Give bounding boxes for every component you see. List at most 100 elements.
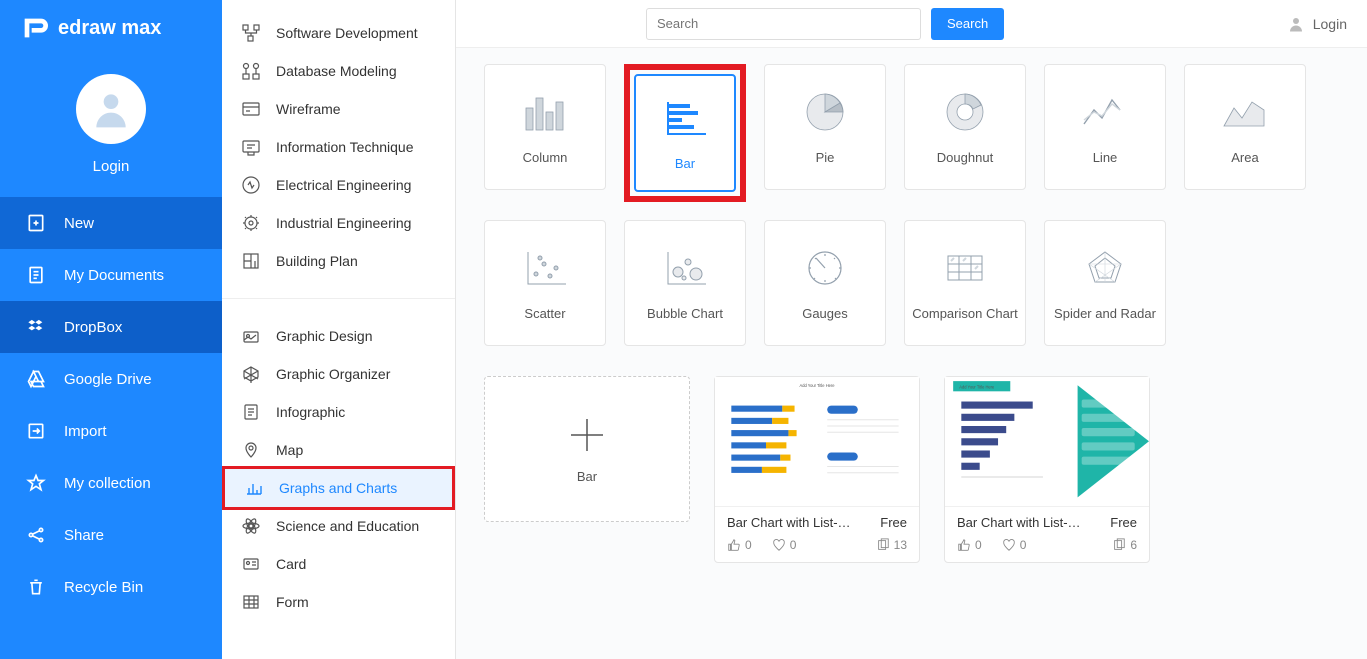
template-name: Bar Chart with List-Pa... bbox=[727, 515, 857, 530]
sidebar-item-google-drive[interactable]: Google Drive bbox=[0, 353, 222, 405]
category-card[interactable]: Card bbox=[222, 545, 455, 583]
chart-type-doughnut[interactable]: Doughnut bbox=[904, 64, 1026, 190]
sidebar-item-new[interactable]: New bbox=[0, 197, 222, 249]
template-card[interactable]: Add Your Title Here bbox=[714, 376, 920, 563]
annotation-highlight: Bar bbox=[624, 64, 746, 202]
template-thumbnail: Add Your Title Here bbox=[945, 377, 1149, 507]
copy-icon bbox=[876, 538, 890, 552]
chart-type-bar[interactable]: Bar bbox=[634, 74, 736, 192]
template-stats: 0 0 13 bbox=[715, 534, 919, 562]
avatar-login-label: Login bbox=[93, 158, 130, 175]
sidebar-item-share[interactable]: Share bbox=[0, 509, 222, 561]
chart-type-area[interactable]: Area bbox=[1184, 64, 1306, 190]
scatter-icon bbox=[518, 246, 572, 290]
category-label: Building Plan bbox=[276, 253, 358, 269]
heart-icon bbox=[1002, 538, 1016, 552]
template-copies[interactable]: 6 bbox=[1112, 538, 1137, 552]
chart-type-scatter[interactable]: Scatter bbox=[484, 220, 606, 346]
category-label: Software Development bbox=[276, 25, 418, 41]
app-name: edraw max bbox=[58, 17, 161, 40]
category-label: Graphic Organizer bbox=[276, 366, 390, 382]
category-software-development[interactable]: Software Development bbox=[222, 14, 455, 52]
template-preview-icon: Add Your Title Here bbox=[945, 377, 1149, 507]
chart-type-line[interactable]: Line bbox=[1044, 64, 1166, 190]
category-science-and-education[interactable]: Science and Education bbox=[222, 507, 455, 545]
template-copies[interactable]: 13 bbox=[876, 538, 907, 552]
category-label: Map bbox=[276, 442, 303, 458]
template-row: Bar Add Your Title Here bbox=[484, 376, 1339, 563]
sidebar-item-dropbox[interactable]: DropBox bbox=[0, 301, 222, 353]
template-like[interactable]: 0 bbox=[727, 538, 752, 552]
building-icon bbox=[242, 252, 260, 270]
sidebar-item-import[interactable]: Import bbox=[0, 405, 222, 457]
chart-type-column[interactable]: Column bbox=[484, 64, 606, 190]
column-icon bbox=[518, 90, 572, 134]
app-logo: edraw max bbox=[0, 0, 222, 56]
sidebar-item-label: Import bbox=[64, 423, 107, 440]
avatar-section[interactable]: Login bbox=[0, 56, 222, 197]
radar-icon bbox=[1078, 246, 1132, 290]
template-price: Free bbox=[1110, 515, 1137, 530]
card-icon bbox=[242, 555, 260, 573]
avatar bbox=[76, 74, 146, 144]
category-graphs-and-charts[interactable]: Graphs and Charts bbox=[222, 466, 455, 510]
search-input[interactable] bbox=[646, 8, 921, 40]
category-building-plan[interactable]: Building Plan bbox=[222, 242, 455, 280]
star-icon bbox=[26, 473, 46, 493]
chart-type-comparison[interactable]: Comparison Chart bbox=[904, 220, 1026, 346]
category-electrical-engineering[interactable]: Electrical Engineering bbox=[222, 166, 455, 204]
sidebar-item-my-documents[interactable]: My Documents bbox=[0, 249, 222, 301]
category-infographic[interactable]: Infographic bbox=[222, 393, 455, 431]
template-new-bar[interactable]: Bar bbox=[484, 376, 690, 522]
template-card[interactable]: Add Your Title Here bbox=[944, 376, 1150, 563]
category-graphic-design[interactable]: Graphic Design bbox=[222, 317, 455, 355]
template-heart[interactable]: 0 bbox=[772, 538, 797, 552]
chart-type-pie[interactable]: Pie bbox=[764, 64, 886, 190]
category-group-2: Graphic Design Graphic Organizer Infogra… bbox=[222, 317, 455, 639]
category-map[interactable]: Map bbox=[222, 431, 455, 469]
trash-icon bbox=[26, 577, 46, 597]
category-industrial-engineering[interactable]: Industrial Engineering bbox=[222, 204, 455, 242]
template-meta: Bar Chart with List-A... Free bbox=[945, 507, 1149, 534]
category-label: Information Technique bbox=[276, 139, 414, 155]
category-label: Industrial Engineering bbox=[276, 215, 411, 231]
template-heart[interactable]: 0 bbox=[1002, 538, 1027, 552]
category-database-modeling[interactable]: Database Modeling bbox=[222, 52, 455, 90]
chart-type-bubble[interactable]: Bubble Chart bbox=[624, 220, 746, 346]
category-form[interactable]: Form bbox=[222, 583, 455, 621]
sidebar-item-label: My Documents bbox=[64, 267, 164, 284]
search-button[interactable]: Search bbox=[931, 8, 1004, 40]
user-icon bbox=[1287, 15, 1305, 33]
svg-text:Add Your Title Here: Add Your Title Here bbox=[799, 383, 835, 388]
chart-type-gauges[interactable]: Gauges bbox=[764, 220, 886, 346]
topbar-login[interactable]: Login bbox=[1287, 15, 1347, 33]
category-wireframe[interactable]: Wireframe bbox=[222, 90, 455, 128]
heart-icon bbox=[772, 538, 786, 552]
sidebar-item-label: My collection bbox=[64, 475, 151, 492]
category-graphic-organizer[interactable]: Graphic Organizer bbox=[222, 355, 455, 393]
dropbox-icon bbox=[26, 317, 46, 337]
doughnut-icon bbox=[938, 90, 992, 134]
document-icon bbox=[26, 265, 46, 285]
template-like[interactable]: 0 bbox=[957, 538, 982, 552]
chart-type-label: Bubble Chart bbox=[647, 306, 723, 321]
edraw-logo-icon bbox=[20, 14, 48, 42]
category-information-technique[interactable]: Information Technique bbox=[222, 128, 455, 166]
category-label: Wireframe bbox=[276, 101, 341, 117]
charts-icon bbox=[245, 479, 263, 497]
sidebar-item-label: DropBox bbox=[64, 319, 122, 336]
chart-type-label: Scatter bbox=[524, 306, 565, 321]
thumbs-up-icon bbox=[957, 538, 971, 552]
chart-type-label: Spider and Radar bbox=[1054, 306, 1156, 321]
info-tech-icon bbox=[242, 138, 260, 156]
main-area: Search Login Column Bar Pie bbox=[456, 0, 1367, 659]
category-label: Electrical Engineering bbox=[276, 177, 411, 193]
sidebar-item-recycle-bin[interactable]: Recycle Bin bbox=[0, 561, 222, 613]
chart-type-spider-radar[interactable]: Spider and Radar bbox=[1044, 220, 1166, 346]
template-stats: 0 0 6 bbox=[945, 534, 1149, 562]
chart-type-label: Gauges bbox=[802, 306, 848, 321]
sidebar-item-my-collection[interactable]: My collection bbox=[0, 457, 222, 509]
infographic-icon bbox=[242, 403, 260, 421]
plus-icon bbox=[567, 415, 607, 455]
template-preview-icon: Add Your Title Here bbox=[715, 377, 919, 507]
